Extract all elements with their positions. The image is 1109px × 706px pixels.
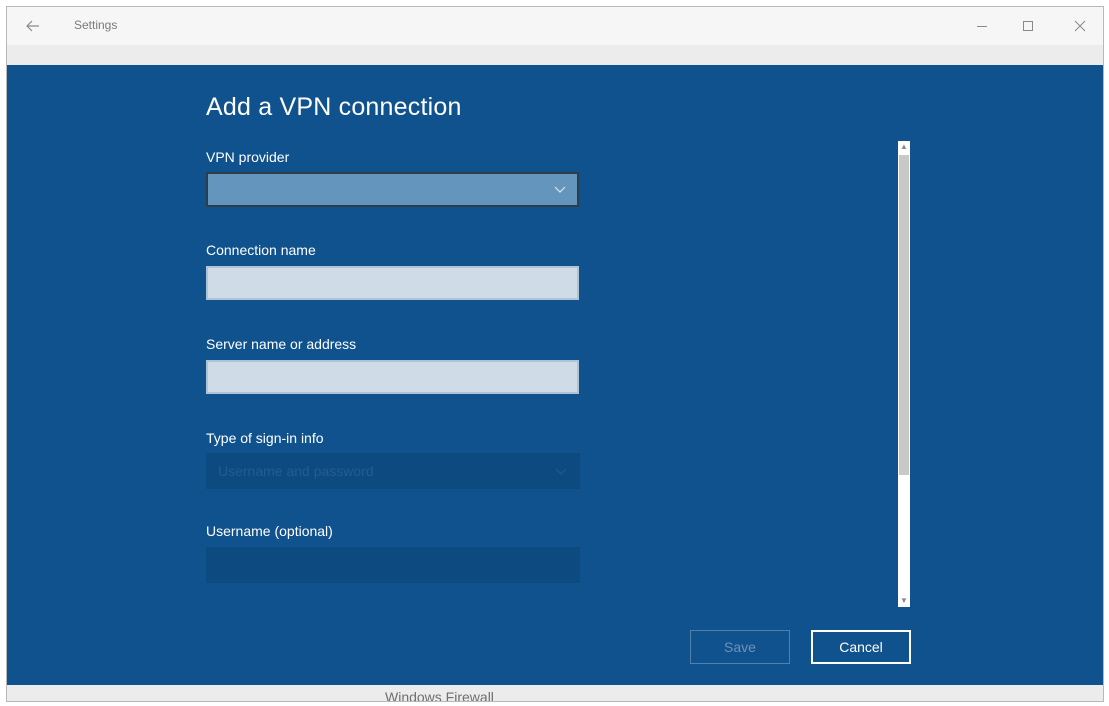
title-bar: Settings [7,7,1103,45]
back-arrow-icon [26,20,39,32]
vpn-provider-dropdown[interactable] [206,172,579,207]
cancel-button[interactable]: Cancel [811,630,911,664]
sign-in-type-value: Username and password [218,463,374,479]
connection-name-label: Connection name [206,242,316,258]
app-title: Settings [74,18,118,32]
scroll-down-icon[interactable]: ▼ [898,595,910,607]
minimize-button[interactable] [959,13,1005,39]
sign-in-type-label: Type of sign-in info [206,430,324,446]
chevron-down-icon [554,186,566,193]
windows-firewall-link[interactable]: Windows Firewall [385,689,494,701]
scroll-thumb[interactable] [899,155,909,475]
scrollbar[interactable]: ▲ ▼ [898,141,910,607]
vpn-provider-label: VPN provider [206,149,290,165]
scroll-up-icon[interactable]: ▲ [898,141,910,153]
server-address-input[interactable] [206,360,579,394]
add-vpn-dialog: Add a VPN connection VPN provider Connec… [7,65,1103,685]
chevron-down-icon [555,468,567,475]
close-button[interactable] [1057,13,1103,39]
server-address-label: Server name or address [206,336,357,352]
back-button[interactable] [21,16,45,36]
username-label: Username (optional) [206,523,333,539]
save-button[interactable]: Save [690,630,790,664]
settings-window: Settings Windows Firewall Add a VPN conn… [6,6,1104,702]
maximize-icon [1023,21,1033,31]
connection-name-input[interactable] [206,266,579,300]
username-input[interactable] [206,547,580,583]
maximize-button[interactable] [1005,13,1051,39]
dialog-title: Add a VPN connection [206,93,462,121]
sign-in-type-dropdown[interactable]: Username and password [206,453,580,489]
minimize-icon [977,26,987,27]
close-icon [1074,20,1086,32]
